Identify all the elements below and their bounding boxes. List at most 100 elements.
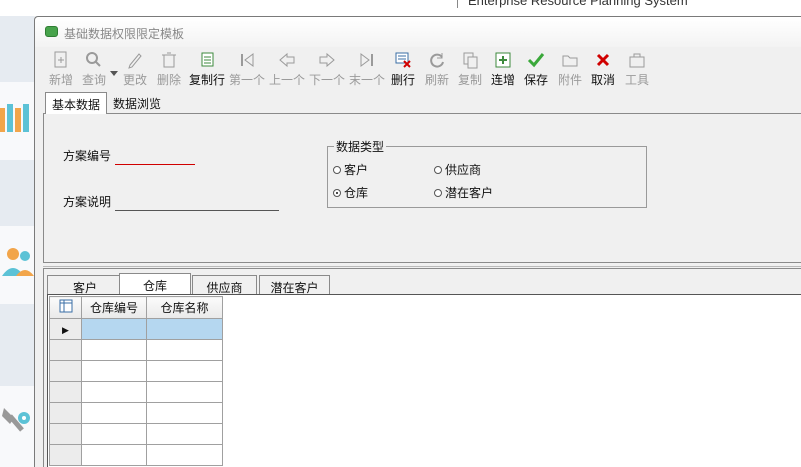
window-titlebar[interactable]: 基础数据权限限定模板 [35,17,801,47]
sidebar-tile-users[interactable] [0,226,34,304]
cell-warehouse-name[interactable] [146,339,223,361]
tab-customer[interactable]: 客户 [47,275,123,295]
current-row-arrow-icon: ▶ [62,326,69,336]
refresh-icon [430,53,444,68]
tab-basic-data[interactable]: 基本数据 [45,92,108,114]
window-title: 基础数据权限限定模板 [64,27,185,41]
radio-potential-customer[interactable]: 潜在客户 [434,184,493,201]
row-indicator[interactable] [49,339,82,361]
continuous-add-icon [495,52,511,68]
row-indicator[interactable]: ▶ [49,318,82,340]
cell-warehouse-code[interactable] [81,444,147,466]
checkmark-icon [527,53,545,68]
tab-warehouse[interactable]: 仓库 [119,273,191,294]
cancel-x-icon [596,53,610,67]
basic-data-panel: 方案编号 方案说明 数据类型 客户 供应商 仓库 潜在客户 [43,113,801,263]
refresh-button[interactable]: 刷新 [422,47,452,91]
previous-button[interactable]: 上一个 [268,47,306,91]
table-row[interactable]: ▶ [49,318,223,340]
scheme-desc-field[interactable] [115,210,279,211]
table-row[interactable] [49,444,223,466]
column-chooser-icon [59,299,72,313]
arrow-left-icon [279,52,295,68]
data-type-group: 数据类型 客户 供应商 仓库 潜在客户 [327,138,647,208]
table-row[interactable] [49,423,223,445]
tab-potential-customer[interactable]: 潜在客户 [259,275,330,295]
tab-data-browse[interactable]: 数据浏览 [107,92,167,114]
column-warehouse-name[interactable]: 仓库名称 [146,296,223,319]
sidebar-tile-tools[interactable] [0,386,34,467]
scheme-desc-label: 方案说明 [63,195,112,209]
radio-dot-selected [333,189,341,197]
delete-row-button[interactable]: 删行 [388,47,418,91]
cancel-button[interactable]: 取消 [588,47,618,91]
save-button[interactable]: 保存 [521,47,551,91]
radio-supplier[interactable]: 供应商 [434,161,481,178]
search-dropdown[interactable] [110,67,118,77]
row-indicator[interactable] [49,444,82,466]
copy-row-button[interactable]: 复制行 [186,47,228,91]
scheme-no-label: 方案编号 [63,149,112,163]
background-sidebar [0,16,34,467]
cell-warehouse-name[interactable] [146,318,223,340]
cell-warehouse-code[interactable] [81,339,147,361]
cell-warehouse-code[interactable] [81,360,147,382]
wrench-gear-icon [2,408,30,432]
row-indicator[interactable] [49,402,82,424]
radio-warehouse[interactable]: 仓库 [333,184,368,201]
trash-icon [162,52,176,68]
table-row[interactable] [49,381,223,403]
radio-dot [333,166,341,174]
cell-warehouse-name[interactable] [146,444,223,466]
sidebar-tile-books[interactable] [0,82,34,160]
books-icon [0,104,29,132]
search-button[interactable]: 查询 [78,47,110,91]
template-window: 基础数据权限限定模板 新增 查询 更改 删除 复制行 第一个 上一个 下一个 末… [34,16,801,467]
toolbox-icon [629,53,645,68]
tab-supplier[interactable]: 供应商 [192,275,257,295]
next-button[interactable]: 下一个 [308,47,346,91]
table-row[interactable] [49,402,223,424]
new-doc-icon [54,51,67,68]
detail-tab-area: 客户 仓库 供应商 潜在客户 仓库编号 仓库名称 ▶ [43,268,801,467]
warehouse-grid[interactable]: 仓库编号 仓库名称 ▶ [47,294,801,467]
cell-warehouse-code[interactable] [81,402,147,424]
table-row[interactable] [49,360,223,382]
tools-button[interactable]: 工具 [622,47,652,91]
row-indicator[interactable] [49,423,82,445]
cell-warehouse-name[interactable] [146,423,223,445]
scheme-no-field[interactable] [115,164,195,165]
attachment-button[interactable]: 附件 [555,47,585,91]
delete-row-icon [395,52,411,68]
copy-button[interactable]: 复制 [455,47,485,91]
first-record-button[interactable]: 第一个 [228,47,266,91]
row-indicator[interactable] [49,381,82,403]
column-warehouse-code[interactable]: 仓库编号 [81,296,147,319]
cell-warehouse-name[interactable] [146,360,223,382]
last-record-icon [360,53,373,67]
cell-warehouse-code[interactable] [81,318,147,340]
row-indicator[interactable] [49,360,82,382]
grid-table: 仓库编号 仓库名称 ▶ [49,296,223,466]
app-icon [45,26,58,37]
pencil-icon [128,53,142,69]
toolbar: 新增 查询 更改 删除 复制行 第一个 上一个 下一个 末一个 删行 刷新 复制… [35,47,801,91]
table-row[interactable] [49,339,223,361]
radio-customer[interactable]: 客户 [333,161,368,178]
continuous-add-button[interactable]: 连增 [488,47,518,91]
erp-tagline: Enterprise Resource Planning System [468,0,688,8]
cell-warehouse-code[interactable] [81,381,147,403]
folder-icon [562,55,578,67]
last-record-button[interactable]: 末一个 [348,47,386,91]
edit-button[interactable]: 更改 [120,47,150,91]
search-icon [86,52,101,67]
arrow-right-icon [319,52,335,68]
new-button[interactable]: 新增 [46,47,76,91]
grid-select-all[interactable] [49,296,82,319]
cell-warehouse-name[interactable] [146,381,223,403]
copy-row-icon [201,52,214,67]
delete-button[interactable]: 删除 [154,47,184,91]
background-header: Enterprise Resource Planning System [0,0,801,16]
cell-warehouse-name[interactable] [146,402,223,424]
cell-warehouse-code[interactable] [81,423,147,445]
